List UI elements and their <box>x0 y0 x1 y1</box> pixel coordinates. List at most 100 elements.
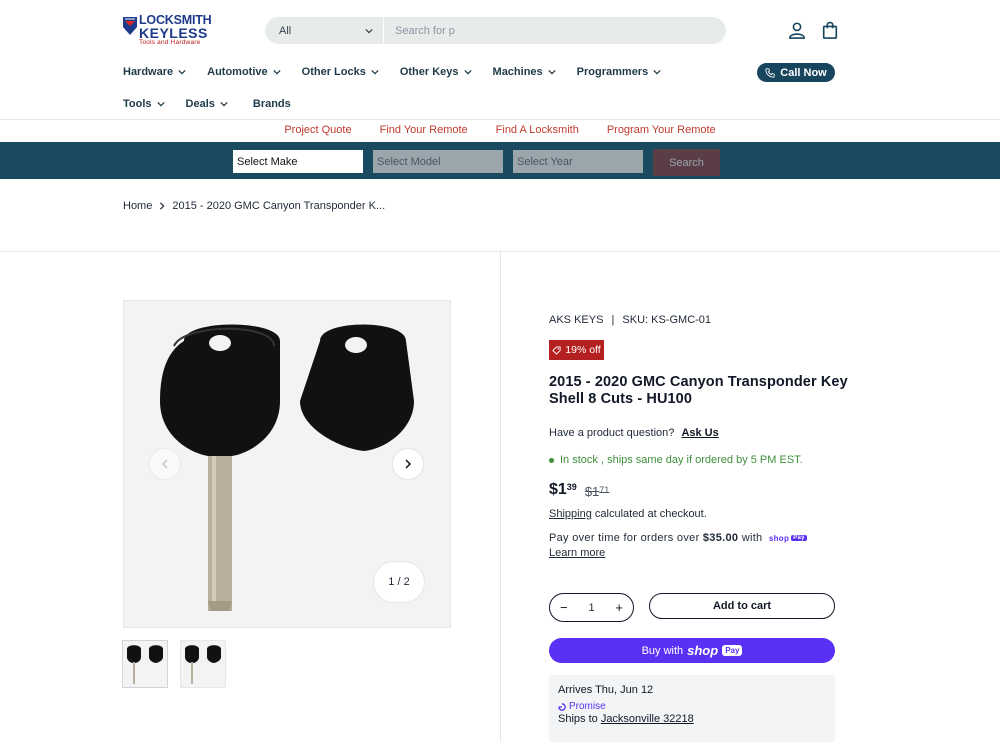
shipping-link[interactable]: Shipping <box>549 508 592 520</box>
buy-with-label: Buy with <box>641 644 684 657</box>
product-sku: SKU: KS-GMC-01 <box>622 314 712 326</box>
arrival-date: Arrives Thu, Jun 12 <box>558 684 654 696</box>
search-category-select[interactable]: All <box>265 17 384 44</box>
quantity-stepper: − 1 + <box>549 593 634 622</box>
thumbnail-image <box>127 645 163 684</box>
quick-link-find-locksmith[interactable]: Find A Locksmith <box>496 124 579 136</box>
ships-to-location[interactable]: Jacksonville 32218 <box>601 713 694 725</box>
call-now-button[interactable]: Call Now <box>757 63 835 82</box>
nav-label: Deals <box>185 98 215 110</box>
shipping-note: Shipping calculated at checkout. <box>549 508 707 520</box>
quick-link-find-remote[interactable]: Find Your Remote <box>380 124 468 136</box>
nav-label: Other Keys <box>399 66 459 78</box>
sale-price-cents: 39 <box>566 482 577 492</box>
stock-text: In stock , ships same day if ordered by … <box>560 454 803 466</box>
chevron-down-icon <box>156 101 165 107</box>
vehicle-selector-bar: Select Make Select Model Select Year Sea… <box>0 142 1000 179</box>
nav-item-other-locks[interactable]: Other Locks <box>302 66 379 78</box>
nav-label: Hardware <box>123 66 174 78</box>
installments-with: with <box>741 532 763 544</box>
gallery-prev-button[interactable] <box>149 448 181 480</box>
chevron-right-icon <box>160 202 165 210</box>
nav-label: Machines <box>492 66 543 78</box>
chevron-down-icon <box>273 69 281 75</box>
chevron-down-icon <box>653 69 661 75</box>
quantity-value[interactable]: 1 <box>588 602 594 614</box>
ships-to-label: Ships to <box>558 713 598 725</box>
search-input[interactable] <box>384 17 726 44</box>
cart-bag-icon[interactable] <box>821 21 839 39</box>
product-title: 2015 - 2020 GMC Canyon Transponder Key S… <box>549 374 848 407</box>
nav-item-other-keys[interactable]: Other Keys <box>400 66 472 78</box>
select-model[interactable]: Select Model <box>373 150 503 173</box>
chevron-down-icon <box>463 69 472 75</box>
add-to-cart-button[interactable]: Add to cart <box>649 593 835 619</box>
quantity-increase-button[interactable]: + <box>615 600 623 615</box>
site-logo[interactable]: LOCKSMITH KEYLESS Tools and Hardware <box>122 14 212 45</box>
shop-pay-logo: shop Pay <box>769 534 807 543</box>
product-vendor[interactable]: AKS KEYS <box>549 314 603 326</box>
nav-label: Automotive <box>207 66 268 78</box>
logo-emblem-icon <box>123 17 137 35</box>
shop-logo-text: shop <box>687 643 719 658</box>
gallery-thumbnail-2[interactable] <box>180 640 226 688</box>
product-price: $139 $1 71 <box>549 481 609 499</box>
installments-text: Pay over time for orders over <box>549 532 700 544</box>
nav-item-brands[interactable]: Brands <box>253 98 291 110</box>
learn-more-link[interactable]: Learn more <box>549 547 605 559</box>
select-make[interactable]: Select Make <box>233 150 363 173</box>
breadcrumb-home[interactable]: Home <box>123 200 152 212</box>
select-year[interactable]: Select Year <box>513 150 643 173</box>
gallery-next-button[interactable] <box>392 448 424 480</box>
promise-brand: Promise <box>558 701 826 712</box>
nav-item-tools[interactable]: Tools <box>123 98 165 110</box>
shop-pay-logo-pay: Pay <box>791 535 807 542</box>
discount-badge: 19% off <box>549 340 604 360</box>
product-question: Have a product question? Ask Us <box>549 427 719 439</box>
column-divider <box>500 252 501 742</box>
nav-item-programmers[interactable]: Programmers <box>577 66 662 78</box>
promise-label: Promise <box>569 701 606 712</box>
delivery-promise: Arrives Thu, Jun 12 Promise Ships to Jac… <box>549 675 835 742</box>
ships-to: Ships to Jacksonville 32218 <box>558 713 826 725</box>
nav-item-machines[interactable]: Machines <box>493 66 556 78</box>
vehicle-search-button[interactable]: Search <box>653 149 720 176</box>
main-nav-row1: Hardware Automotive Other Locks Other Ke… <box>123 66 661 78</box>
stock-status: In stock , ships same day if ordered by … <box>549 454 803 466</box>
quantity-decrease-button[interactable]: − <box>560 600 568 615</box>
pay-logo-text: Pay <box>722 645 743 656</box>
gallery-counter: 1 / 2 <box>373 561 425 603</box>
gallery-thumbnail-1[interactable] <box>122 640 168 688</box>
installments-note: Pay over time for orders over $35.00 wit… <box>549 532 807 544</box>
breadcrumb-current: 2015 - 2020 GMC Canyon Transponder K... <box>172 200 386 212</box>
ask-us-link[interactable]: Ask Us <box>681 427 718 439</box>
sale-price: $139 <box>549 481 577 499</box>
compare-price-cents: 71 <box>599 485 610 495</box>
search-category-label: All <box>279 24 292 37</box>
chevron-left-icon <box>161 459 168 469</box>
header-divider <box>0 119 1000 120</box>
quick-link-program-remote[interactable]: Program Your Remote <box>607 124 716 136</box>
sale-price-int: $1 <box>549 481 567 498</box>
chevron-down-icon <box>220 101 228 107</box>
nav-label: Other Locks <box>301 66 366 78</box>
nav-label: Brands <box>252 98 291 110</box>
thumbnail-image <box>185 645 221 684</box>
promise-icon <box>558 702 566 711</box>
account-icon[interactable] <box>788 21 806 39</box>
nav-item-deals[interactable]: Deals <box>186 98 228 110</box>
stock-dot-icon <box>549 457 554 463</box>
product-gallery: 1 / 2 <box>123 300 451 628</box>
question-text: Have a product question? <box>549 427 675 439</box>
shop-pay-logo-shop: shop <box>768 533 790 543</box>
nav-item-hardware[interactable]: Hardware <box>123 66 186 78</box>
quick-link-project-quote[interactable]: Project Quote <box>284 124 351 136</box>
logo-text-line2: KEYLESS <box>139 24 208 41</box>
buy-with-shop-pay-button[interactable]: Buy with shop Pay <box>549 638 835 663</box>
breadcrumb: Home 2015 - 2020 GMC Canyon Transponder … <box>123 200 385 212</box>
search-bar: All <box>265 17 726 44</box>
nav-item-automotive[interactable]: Automotive <box>207 66 281 78</box>
chevron-down-icon <box>371 69 379 75</box>
product-vendor-sku: AKS KEYS | SKU: KS-GMC-01 <box>549 314 712 326</box>
chevron-down-icon <box>365 28 373 33</box>
